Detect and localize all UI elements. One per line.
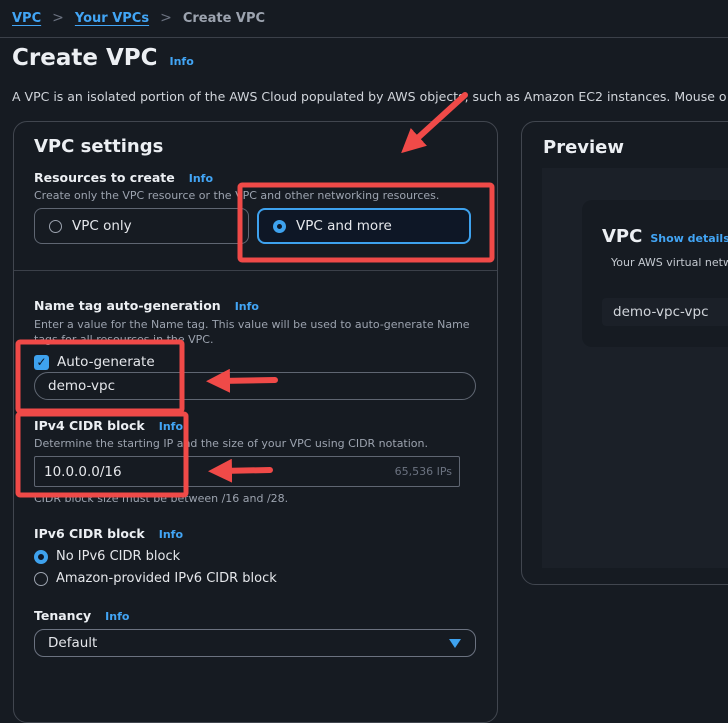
vpc-card-title-text: VPC bbox=[602, 226, 643, 247]
resources-label-text: Resources to create bbox=[34, 170, 175, 185]
tenancy-label: Tenancy Info bbox=[34, 608, 129, 623]
radio-unselected-icon bbox=[34, 571, 48, 586]
ipv6-label: IPv6 CIDR block Info bbox=[34, 526, 183, 541]
section-divider bbox=[14, 270, 497, 271]
preview-panel: Preview VPC Show details Your AWS virtua… bbox=[521, 121, 728, 585]
ipv4-label-text: IPv4 CIDR block bbox=[34, 418, 145, 433]
ipv4-info-link[interactable]: Info bbox=[159, 420, 183, 433]
breadcrumb: VPC > Your VPCs > Create VPC bbox=[12, 8, 265, 28]
vpc-card-subtitle: Your AWS virtual netw bbox=[611, 256, 728, 269]
tenancy-value: Default bbox=[48, 635, 98, 651]
caret-down-icon bbox=[449, 638, 461, 648]
option-label: Amazon-provided IPv6 CIDR block bbox=[56, 571, 277, 586]
auto-generate-checkbox[interactable]: ✓ Auto-generate bbox=[34, 354, 155, 370]
name-tag-label-text: Name tag auto-generation bbox=[34, 298, 221, 313]
name-tag-input[interactable]: demo-vpc bbox=[34, 372, 476, 400]
ipv6-label-text: IPv6 CIDR block bbox=[34, 526, 145, 541]
option-label: VPC only bbox=[72, 218, 132, 234]
radio-selected-icon bbox=[34, 549, 48, 564]
breadcrumb-your-vpcs[interactable]: Your VPCs bbox=[75, 11, 149, 26]
page-title-text: Create VPC bbox=[12, 45, 158, 71]
ipv6-option-none[interactable]: No IPv6 CIDR block bbox=[34, 549, 180, 564]
ipv6-option-amazon[interactable]: Amazon-provided IPv6 CIDR block bbox=[34, 571, 277, 586]
ip-count: 65,536 IPs bbox=[394, 465, 452, 478]
info-link[interactable]: Info bbox=[169, 55, 193, 68]
ipv4-cidr-input[interactable]: 10.0.0.0/16 65,536 IPs bbox=[34, 456, 460, 487]
vpc-card-title: VPC Show details bbox=[602, 226, 728, 247]
checkbox-label: Auto-generate bbox=[57, 354, 155, 370]
resources-label: Resources to create Info bbox=[34, 170, 213, 185]
preview-title: Preview bbox=[543, 137, 625, 158]
resources-info-link[interactable]: Info bbox=[189, 172, 213, 185]
breadcrumb-vpc[interactable]: VPC bbox=[12, 11, 41, 26]
resources-hint: Create only the VPC resource or the VPC … bbox=[34, 189, 440, 202]
tenancy-label-text: Tenancy bbox=[34, 608, 92, 623]
tenancy-select[interactable]: Default bbox=[34, 629, 476, 657]
ipv4-hint: Determine the starting IP and the size o… bbox=[34, 437, 429, 450]
page-description: A VPC is an isolated portion of the AWS … bbox=[12, 89, 727, 104]
vpc-settings-panel: VPC settings Resources to create Info Cr… bbox=[13, 121, 498, 723]
option-label: VPC and more bbox=[296, 218, 392, 234]
resource-option-vpc-and-more[interactable]: VPC and more bbox=[257, 208, 471, 244]
name-tag-value: demo-vpc bbox=[48, 378, 116, 394]
breadcrumb-current: Create VPC bbox=[182, 10, 266, 26]
vpc-preview-card: VPC Show details Your AWS virtual netw d… bbox=[582, 200, 728, 347]
checkmark-icon: ✓ bbox=[34, 354, 49, 370]
panel-title: VPC settings bbox=[34, 136, 164, 157]
ipv4-value: 10.0.0.0/16 bbox=[44, 463, 122, 480]
chevron-right-icon: > bbox=[52, 10, 64, 26]
resource-option-vpc-only[interactable]: VPC only bbox=[34, 208, 249, 244]
radio-unselected-icon bbox=[49, 219, 62, 233]
name-tag-info-link[interactable]: Info bbox=[235, 300, 259, 313]
tenancy-info-link[interactable]: Info bbox=[105, 610, 129, 623]
ipv6-info-link[interactable]: Info bbox=[159, 528, 183, 541]
name-tag-hint: Enter a value for the Name tag. This val… bbox=[34, 318, 470, 346]
chevron-right-icon: > bbox=[160, 10, 172, 26]
header-divider bbox=[0, 37, 728, 38]
ipv4-label: IPv4 CIDR block Info bbox=[34, 418, 183, 433]
radio-selected-icon bbox=[273, 219, 286, 233]
preview-canvas: VPC Show details Your AWS virtual netw d… bbox=[542, 168, 728, 568]
vpc-name-item: demo-vpc-vpc bbox=[602, 298, 728, 326]
option-label: No IPv6 CIDR block bbox=[56, 549, 181, 564]
page-title: Create VPC Info bbox=[12, 45, 194, 71]
name-tag-label: Name tag auto-generation Info bbox=[34, 298, 259, 313]
show-details-link[interactable]: Show details bbox=[650, 232, 728, 245]
ipv4-constraint: CIDR block size must be between /16 and … bbox=[34, 492, 289, 505]
